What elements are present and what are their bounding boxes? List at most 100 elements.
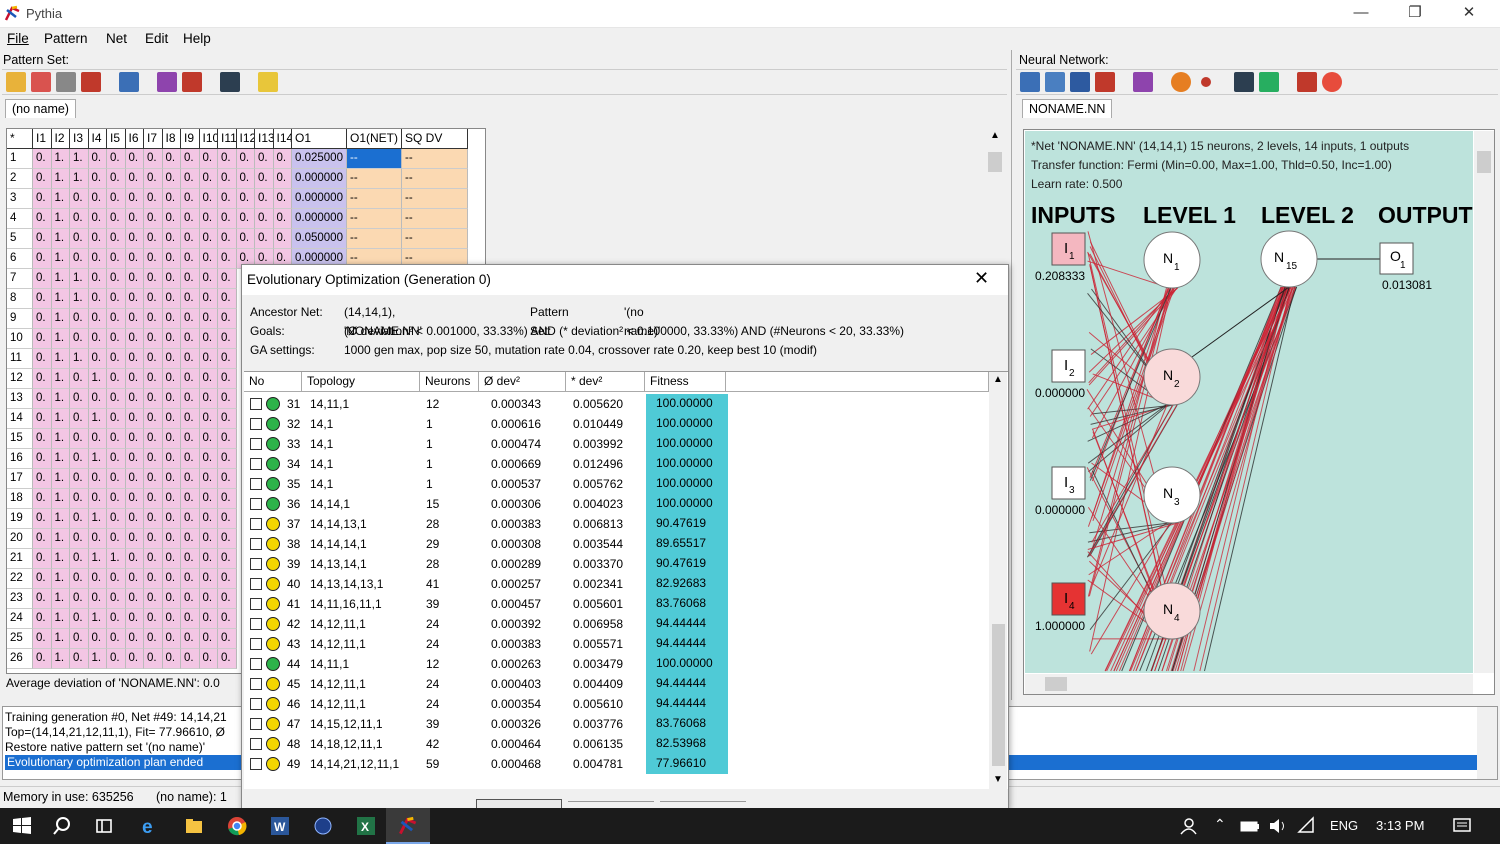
grid-input-cell[interactable]: 0. [125,509,144,529]
grid-input-cell[interactable]: 0. [255,149,274,169]
grid-input-cell[interactable]: 1. [51,549,70,569]
grid-input-cell[interactable]: 0. [107,429,126,449]
grid-input-cell[interactable]: 0. [255,209,274,229]
grid-column-header[interactable]: I11 [218,129,237,149]
chevron-up-icon[interactable]: ⌃ [1214,816,1226,833]
grid-input-cell[interactable]: 0. [218,249,237,269]
grid-input-cell[interactable]: 0. [70,449,89,469]
grid-input-cell[interactable]: 0. [255,189,274,209]
grid-input-cell[interactable]: 0. [33,469,52,489]
grid-input-cell[interactable]: 1. [88,649,107,669]
grid-row-header[interactable]: 17 [7,469,33,489]
grid-input-cell[interactable]: 0. [218,649,237,669]
grid-input-cell[interactable]: 0. [218,509,237,529]
grid-input-cell[interactable]: 0. [181,329,200,349]
menu-edit[interactable]: Edit [145,31,168,46]
population-row[interactable]: 31 14,11,1 12 0.000343 0.005620 100.00000 [244,394,989,414]
grid-input-cell[interactable]: 0. [70,429,89,449]
grid-input-cell[interactable]: 0. [181,189,200,209]
grid-input-cell[interactable]: 0. [125,589,144,609]
population-row[interactable]: 37 14,14,13,1 28 0.000383 0.006813 90.47619 [244,514,989,534]
evolution-icon[interactable] [1234,72,1254,92]
grid-input-cell[interactable]: 0. [218,209,237,229]
grid-input-cell[interactable]: 0. [70,609,89,629]
battery-icon[interactable] [1240,816,1260,836]
lock-icon[interactable] [1297,72,1317,92]
grid-input-cell[interactable]: 0. [162,629,181,649]
scroll-thumb[interactable] [988,152,1002,172]
grid-input-cell[interactable]: 1. [70,149,89,169]
grid-input-cell[interactable]: 0. [107,189,126,209]
grid-row-header[interactable]: 15 [7,429,33,449]
menu-net[interactable]: Net [106,31,127,46]
grid-input-cell[interactable]: 0. [33,649,52,669]
grid-input-cell[interactable]: 1. [51,569,70,589]
grid-input-cell[interactable]: 0. [70,249,89,269]
grid-input-cell[interactable]: 0. [33,169,52,189]
grid-input-cell[interactable]: 0. [88,469,107,489]
grid-input-cell[interactable]: 0. [88,529,107,549]
grid-input-cell[interactable]: 1. [51,389,70,409]
grid-row-header[interactable]: 3 [7,189,33,209]
chrome-icon[interactable] [227,816,247,836]
grid-input-cell[interactable]: 0. [162,509,181,529]
grid-input-cell[interactable]: 0. [107,269,126,289]
grid-input-cell[interactable]: 1. [51,269,70,289]
grid-column-header[interactable]: I9 [181,129,200,149]
grid-input-cell[interactable]: 0. [162,289,181,309]
grid-input-cell[interactable]: 0. [144,369,163,389]
grid-row-header[interactable]: 8 [7,289,33,309]
population-row[interactable]: 45 14,12,11,1 24 0.000403 0.004409 94.44444 [244,674,989,694]
grid-input-cell[interactable]: 0. [181,349,200,369]
grid-input-cell[interactable]: 0. [199,549,218,569]
grid-input-cell[interactable]: 0. [199,309,218,329]
menu-help[interactable]: Help [183,31,211,46]
grid-column-header[interactable]: I13 [255,129,274,149]
row-checkbox[interactable] [250,618,262,630]
grid-input-cell[interactable]: 0. [125,329,144,349]
grid-input-cell[interactable]: 0. [218,429,237,449]
grid-input-cell[interactable]: 0. [33,409,52,429]
grid-input-cell[interactable]: 1. [70,269,89,289]
grid-input-cell[interactable]: 0. [181,389,200,409]
grid-input-cell[interactable]: 0. [218,369,237,389]
new-pattern-icon[interactable] [6,72,26,92]
grid-input-cell[interactable]: 0. [125,229,144,249]
grid-input-cell[interactable]: 0. [199,629,218,649]
grid-input-cell[interactable]: 0. [218,549,237,569]
grid-input-cell[interactable]: 0. [181,289,200,309]
grid-input-cell[interactable]: 0. [107,309,126,329]
grid-input-cell[interactable]: 0. [199,389,218,409]
grid-input-cell[interactable]: 0. [33,149,52,169]
grid-input-cell[interactable]: 0. [125,469,144,489]
grid-input-cell[interactable]: 0. [125,449,144,469]
grid-input-cell[interactable]: 0. [70,529,89,549]
grid-input-cell[interactable]: 0. [199,509,218,529]
row-checkbox[interactable] [250,578,262,590]
grid-input-cell[interactable]: 0. [33,289,52,309]
grid-input-cell[interactable]: 0. [144,249,163,269]
population-row[interactable]: 41 14,11,16,11,1 39 0.000457 0.005601 83.7606… [244,594,989,614]
grid-input-cell[interactable]: 0. [33,569,52,589]
grid-column-header[interactable]: I5 [107,129,126,149]
grid-input-cell[interactable]: 0. [273,149,292,169]
row-checkbox[interactable] [250,678,262,690]
grid-input-cell[interactable]: 1. [88,609,107,629]
grid-input-cell[interactable]: 0. [218,609,237,629]
edit-weights-icon[interactable] [1133,72,1153,92]
grid-input-cell[interactable]: 0. [236,169,255,189]
grid-input-cell[interactable]: 0. [70,629,89,649]
grid-input-cell[interactable]: 0. [181,489,200,509]
grid-input-cell[interactable]: 0. [181,629,200,649]
grid-row-header[interactable]: 5 [7,229,33,249]
population-list[interactable]: No Topology Neurons Ø dev² * dev² Fitness 31 1… [244,371,1008,790]
grid-input-cell[interactable]: 0. [144,489,163,509]
restore-icon[interactable]: ❐ [1392,0,1438,28]
grid-input-cell[interactable]: 1. [107,549,126,569]
action-center-icon[interactable] [1452,816,1472,836]
grid-row-header[interactable]: 7 [7,269,33,289]
grid-input-cell[interactable]: 0. [162,589,181,609]
save-net-icon[interactable] [1070,72,1090,92]
grid-input-cell[interactable]: 0. [33,349,52,369]
grid-input-cell[interactable]: 0. [218,569,237,589]
